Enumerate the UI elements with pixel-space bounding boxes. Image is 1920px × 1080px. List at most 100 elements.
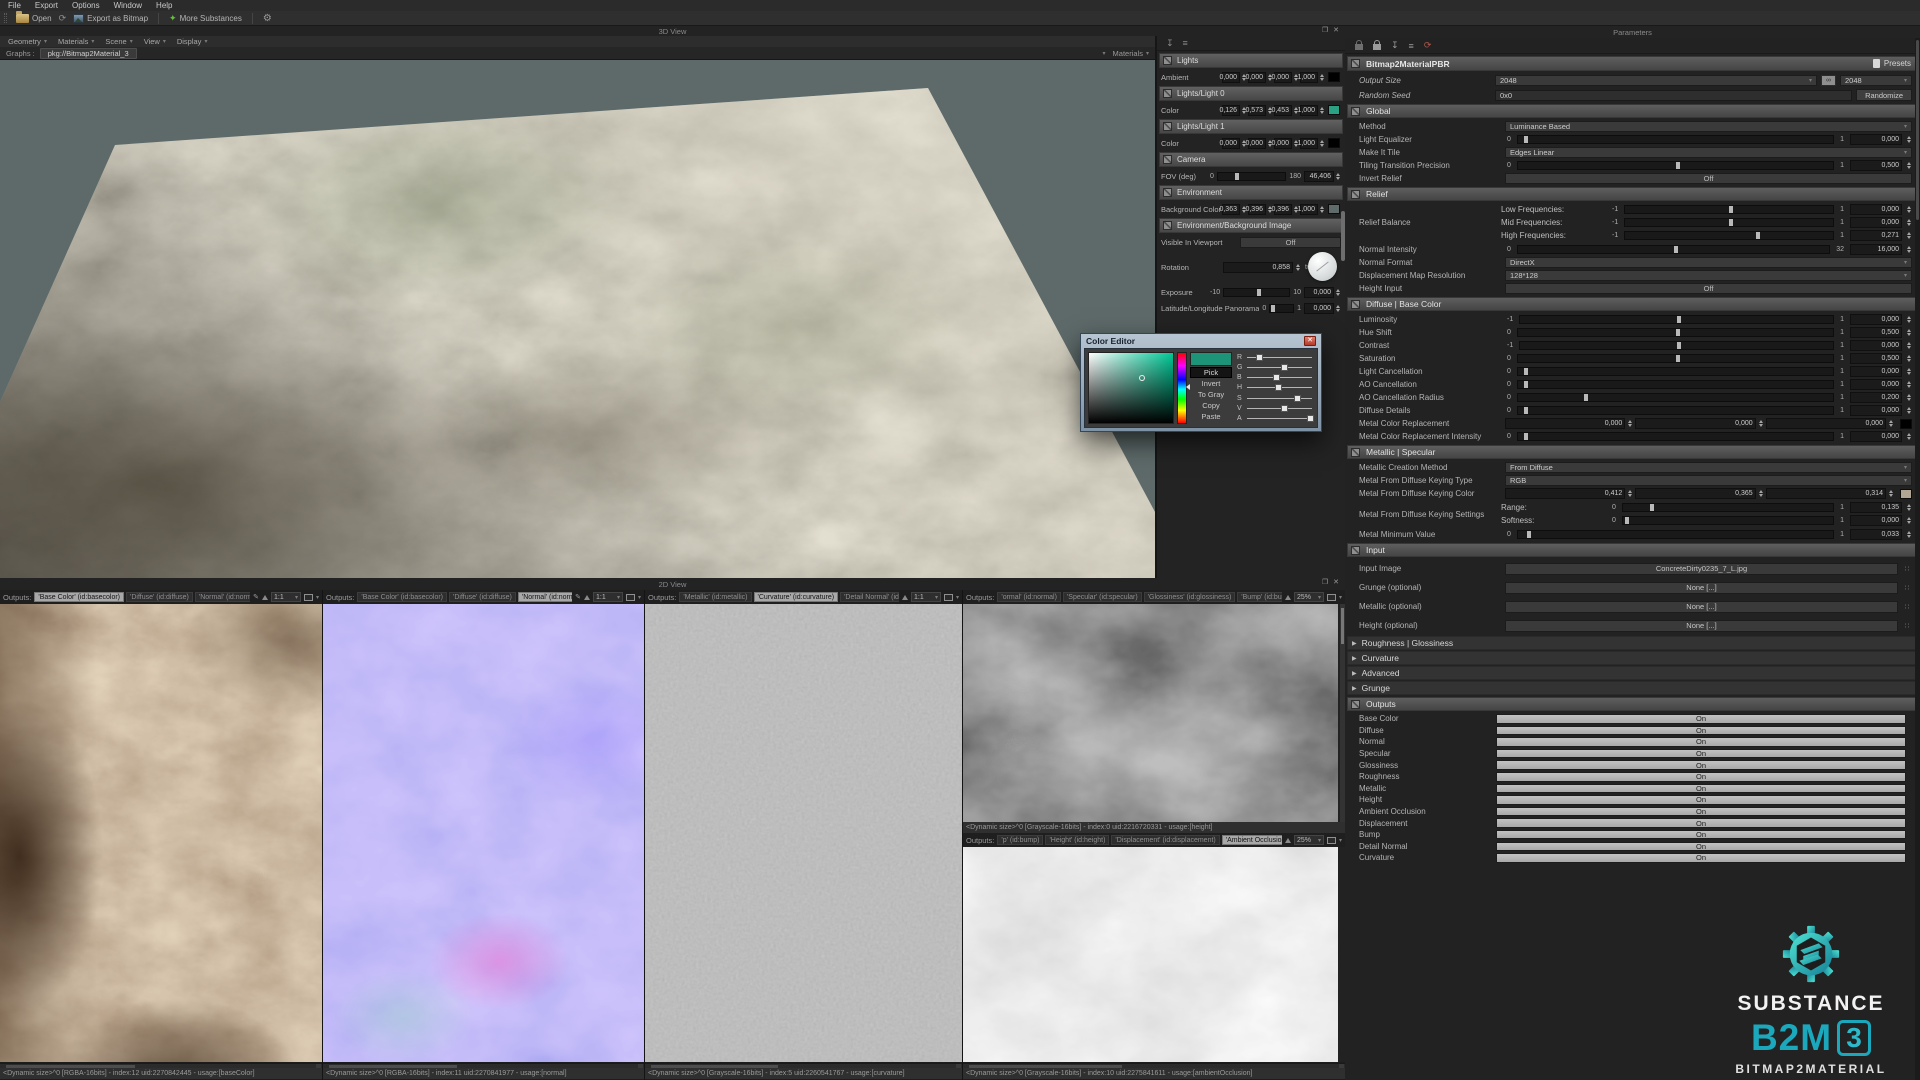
undock-panel-icon[interactable]: ❐ (1322, 26, 1328, 34)
edit-pencil-icon[interactable]: ✎ (575, 593, 581, 601)
section-header-global[interactable]: Global (1347, 104, 1918, 118)
output-tab-4-2[interactable]: 'Displacement' (id:displacement) (1111, 835, 1219, 845)
color-editor-dialog[interactable]: Color Editor ✕ PickInvertTo GrayCopyPast… (1080, 333, 1322, 432)
menu-options[interactable]: Options (72, 1, 100, 10)
output-tab-4-3[interactable]: 'Ambient Occlusion' (id:ambientOcclusion… (1222, 835, 1282, 845)
export-as-bitmap-button[interactable]: Export as Bitmap (73, 14, 148, 23)
output-tab-4-1[interactable]: 'Height' (id:height) (1045, 835, 1109, 845)
value-field[interactable]: 0,000 (1850, 515, 1902, 526)
channel-handle[interactable] (1294, 395, 1301, 402)
refresh-icon[interactable]: ⟳ (59, 13, 67, 24)
display-mode-icon[interactable] (626, 594, 635, 601)
toggle-off[interactable]: Off (1240, 237, 1341, 248)
more-substances-button[interactable]: ✦ More Substances (169, 13, 242, 24)
basecolor-texture-image[interactable] (0, 604, 322, 1062)
output-tab-3-3[interactable]: 'Bump' (id:bump) (1237, 592, 1282, 602)
fit-view-icon[interactable] (1285, 595, 1291, 600)
value-stepper[interactable] (1906, 136, 1912, 143)
viewport-menu-display[interactable]: Display▾ (177, 37, 208, 46)
slider-track[interactable] (1624, 205, 1834, 214)
value-field[interactable]: 0,314 (1766, 488, 1886, 499)
3d-viewport[interactable] (0, 60, 1155, 578)
reset-icon[interactable]: ⟳ (1424, 40, 1432, 51)
slider-track[interactable] (1517, 135, 1834, 144)
slider-handle[interactable] (1524, 136, 1528, 143)
collapsed-section-curvature[interactable]: ▶Curvature (1347, 651, 1918, 665)
drag-handle-icon[interactable]: ∷ (1902, 584, 1912, 592)
color-editor-paste-button[interactable]: Paste (1190, 411, 1232, 422)
output-toggle-specular[interactable]: On (1496, 749, 1906, 759)
import-icon[interactable]: ↧ (1391, 40, 1399, 51)
value-field[interactable]: 0,396 (1248, 204, 1266, 215)
link-size-button[interactable]: ∞ (1821, 75, 1836, 86)
saturation-value-picker[interactable] (1088, 352, 1174, 424)
parameters-scrollbar[interactable] (1915, 38, 1920, 1080)
value-field[interactable]: 0,000 (1505, 418, 1625, 429)
random-seed-field[interactable]: 0x0 (1495, 90, 1852, 101)
value-field[interactable]: 0,000 (1274, 72, 1292, 83)
slider-handle[interactable] (1584, 394, 1588, 401)
value-field[interactable]: 0,000 (1850, 366, 1902, 377)
channel-handle[interactable] (1281, 364, 1288, 371)
file-input-metallic-optional[interactable]: None [...] (1505, 601, 1898, 613)
value-stepper[interactable] (1906, 517, 1912, 524)
section-header-lights-light-0[interactable]: Lights/Light 0 (1159, 86, 1343, 101)
value-field[interactable]: 1,000 (1300, 138, 1318, 149)
slider-track[interactable] (1217, 172, 1286, 181)
dropdown-make-it-tile[interactable]: Edges Linear▾ (1505, 147, 1912, 158)
curvature-texture-image[interactable] (645, 604, 962, 1062)
section-header-lights-light-1[interactable]: Lights/Light 1 (1159, 119, 1343, 134)
menu-export[interactable]: Export (35, 1, 58, 10)
close-dialog-button[interactable]: ✕ (1304, 336, 1316, 346)
ambientocclusion-texture-image[interactable] (963, 847, 1345, 1062)
value-stepper[interactable] (1627, 420, 1633, 427)
value-field[interactable]: 0,000 (1850, 405, 1902, 416)
slider-track[interactable] (1223, 288, 1290, 297)
value-field[interactable]: 0,000 (1850, 134, 1902, 145)
slider-track[interactable] (1517, 432, 1834, 441)
close-panel-icon[interactable]: ✕ (1333, 26, 1339, 34)
output-tab-1-0[interactable]: 'Base Color' (id:basecolor) (357, 592, 447, 602)
channel-track[interactable] (1247, 357, 1312, 358)
viewport-menu-view[interactable]: View▾ (144, 37, 166, 46)
output-tab-0-0[interactable]: 'Base Color' (id:basecolor) (34, 592, 124, 602)
channel-handle[interactable] (1275, 384, 1282, 391)
display-mode-icon[interactable] (944, 594, 953, 601)
viewport-menu-geometry[interactable]: Geometry▾ (8, 37, 47, 46)
value-stepper[interactable] (1888, 420, 1894, 427)
chevron-down-icon[interactable]: ▾ (1103, 50, 1106, 57)
viewport-menu-scene[interactable]: Scene▾ (105, 37, 132, 46)
value-field[interactable]: 0,453 (1274, 105, 1292, 116)
value-stepper[interactable] (1906, 162, 1912, 169)
value-stepper[interactable] (1906, 381, 1912, 388)
output-toggle-base-color[interactable]: On (1496, 714, 1906, 724)
color-swatch[interactable] (1900, 489, 1912, 499)
output-tab-4-0[interactable]: 'p' (id:bump) (997, 835, 1043, 845)
value-stepper[interactable] (1906, 316, 1912, 323)
output-size-height-dropdown[interactable]: 2048 ▾ (1840, 75, 1912, 86)
value-stepper[interactable] (1906, 407, 1912, 414)
channel-track[interactable] (1247, 377, 1312, 378)
file-input-grunge-optional[interactable]: None [...] (1505, 582, 1898, 594)
display-mode-icon[interactable] (1327, 594, 1336, 601)
toolbar-grip[interactable] (4, 13, 7, 23)
value-stepper[interactable] (1319, 74, 1325, 81)
color-editor-titlebar[interactable]: Color Editor ✕ (1081, 334, 1321, 347)
section-header-diffuse-base-color[interactable]: Diffuse | Base Color (1347, 297, 1918, 311)
output-tab-3-0[interactable]: 'ormal' (id:normal) (997, 592, 1061, 602)
output-tab-1-1[interactable]: 'Diffuse' (id:diffuse) (449, 592, 516, 602)
value-field[interactable]: 0,271 (1850, 230, 1902, 241)
value-field[interactable]: 0,000 (1766, 418, 1886, 429)
output-toggle-detail-normal[interactable]: On (1496, 842, 1906, 852)
slider-track[interactable] (1517, 161, 1834, 170)
channel-track[interactable] (1247, 418, 1312, 419)
value-field[interactable]: 0,500 (1850, 327, 1902, 338)
fit-view-icon[interactable] (262, 595, 268, 600)
value-stepper[interactable] (1906, 232, 1912, 239)
sv-cursor[interactable] (1139, 375, 1145, 381)
slider-handle[interactable] (1650, 504, 1654, 511)
lock-open-icon[interactable] (1355, 44, 1363, 50)
fit-view-icon[interactable] (584, 595, 590, 600)
value-field[interactable]: 0,573 (1248, 105, 1266, 116)
menu-file[interactable]: File (8, 1, 21, 10)
